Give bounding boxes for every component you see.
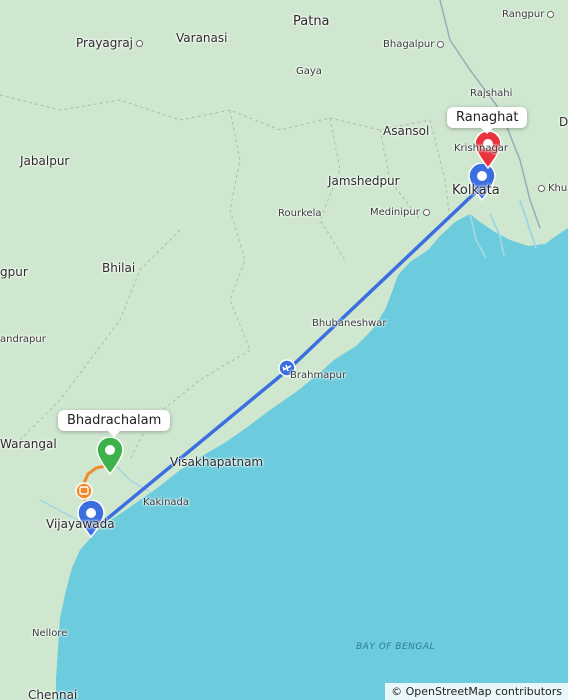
place-label-nellore: Nellore — [32, 628, 68, 639]
place-label-gaya: Gaya — [296, 66, 322, 77]
place-label-visakhapatnam: Visakhapatnam — [170, 455, 264, 469]
place-label-vijayawada: Vijayawada — [46, 517, 115, 531]
place-label-nagpur-partial: gpur — [0, 265, 28, 279]
map-attribution[interactable]: © OpenStreetMap contributors — [385, 683, 568, 700]
destination-callout[interactable]: Ranaghat — [447, 107, 528, 134]
place-label-rangpur: Rangpur — [502, 9, 555, 20]
place-label-bhagalpur: Bhagalpur — [383, 39, 445, 50]
place-label-medinipur: Medinipur — [370, 207, 430, 218]
map-canvas[interactable]: Bhadrachalam Ranaghat Patna Rangpur Pray… — [0, 0, 568, 700]
place-label-bhubaneshwar: Bhubaneshwar — [312, 318, 387, 329]
place-label-chandrapur-partial: andrapur — [0, 334, 46, 345]
bus-icon[interactable] — [75, 482, 93, 500]
sea-label: BAY OF BENGAL — [356, 642, 436, 652]
place-label-rajshahi: Rajshahi — [470, 88, 513, 99]
place-label-khulna-partial: Khu — [538, 183, 567, 194]
route-layer — [75, 174, 494, 535]
place-label-bhilai: Bhilai — [102, 261, 136, 275]
place-label-patna: Patna — [293, 14, 330, 29]
place-label-asansol: Asansol — [383, 124, 430, 138]
place-label-varanasi: Varanasi — [176, 31, 228, 45]
place-label-chennai-partial: Chennai — [28, 688, 78, 700]
origin-callout[interactable]: Bhadrachalam — [58, 410, 171, 437]
place-label-jamshedpur: Jamshedpur — [328, 174, 400, 188]
place-label-kolkata: Kolkata — [452, 183, 500, 198]
place-label-warangal: Warangal — [0, 437, 57, 451]
place-label-jabalpur: Jabalpur — [20, 154, 70, 168]
place-label-dhaka-partial: D — [559, 115, 568, 129]
place-label-brahmapur: Brahmapur — [290, 370, 347, 381]
place-label-krishnagar: Krishnagar — [454, 143, 509, 154]
origin-pin-icon[interactable] — [95, 437, 125, 475]
place-label-rourkela: Rourkela — [278, 208, 322, 219]
place-label-kakinada: Kakinada — [143, 497, 190, 508]
place-label-prayagraj: Prayagraj — [76, 36, 144, 50]
